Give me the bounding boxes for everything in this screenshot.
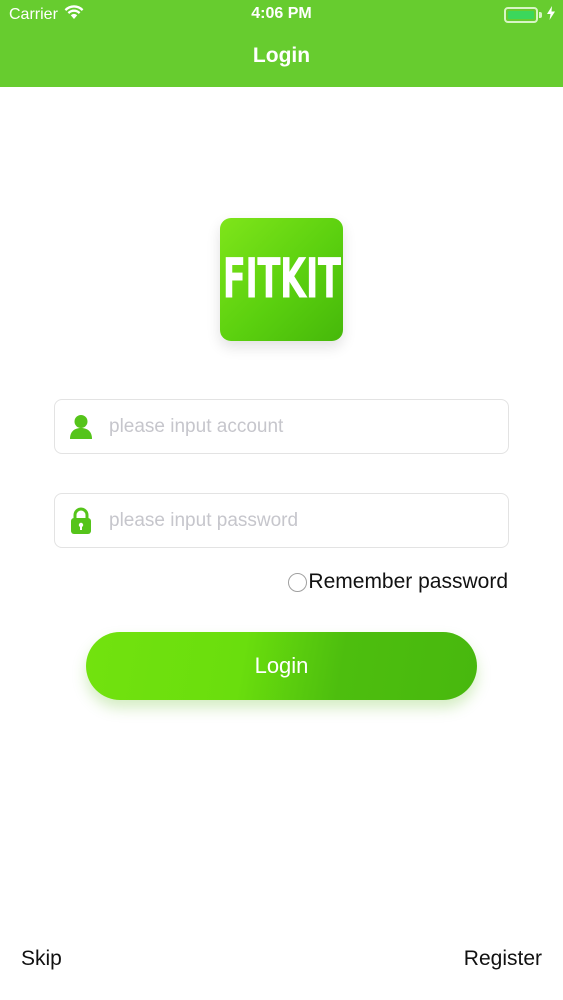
logo-text: FITKIT [222,247,341,312]
lock-icon [55,494,107,547]
remember-password-toggle[interactable]: Remember password [288,570,508,594]
register-link[interactable]: Register [464,947,542,971]
status-time: 4:06 PM [251,5,312,22]
account-input[interactable] [107,400,508,453]
navigation-bar: Carrier 4:06 PM Login [0,0,563,87]
user-icon [55,400,107,453]
charging-bolt-icon [547,6,555,23]
page-title: Login [252,44,311,67]
account-field[interactable] [54,399,509,454]
password-input[interactable] [107,494,508,547]
login-button[interactable]: Login [86,632,477,700]
battery-icon [504,6,555,23]
skip-link[interactable]: Skip [21,947,62,971]
remember-password-label: Remember password [308,570,508,593]
remember-radio-button[interactable] [288,572,308,592]
password-field[interactable] [54,493,509,548]
status-bar: Carrier 4:06 PM [0,0,563,30]
app-logo: FITKIT [220,218,343,341]
